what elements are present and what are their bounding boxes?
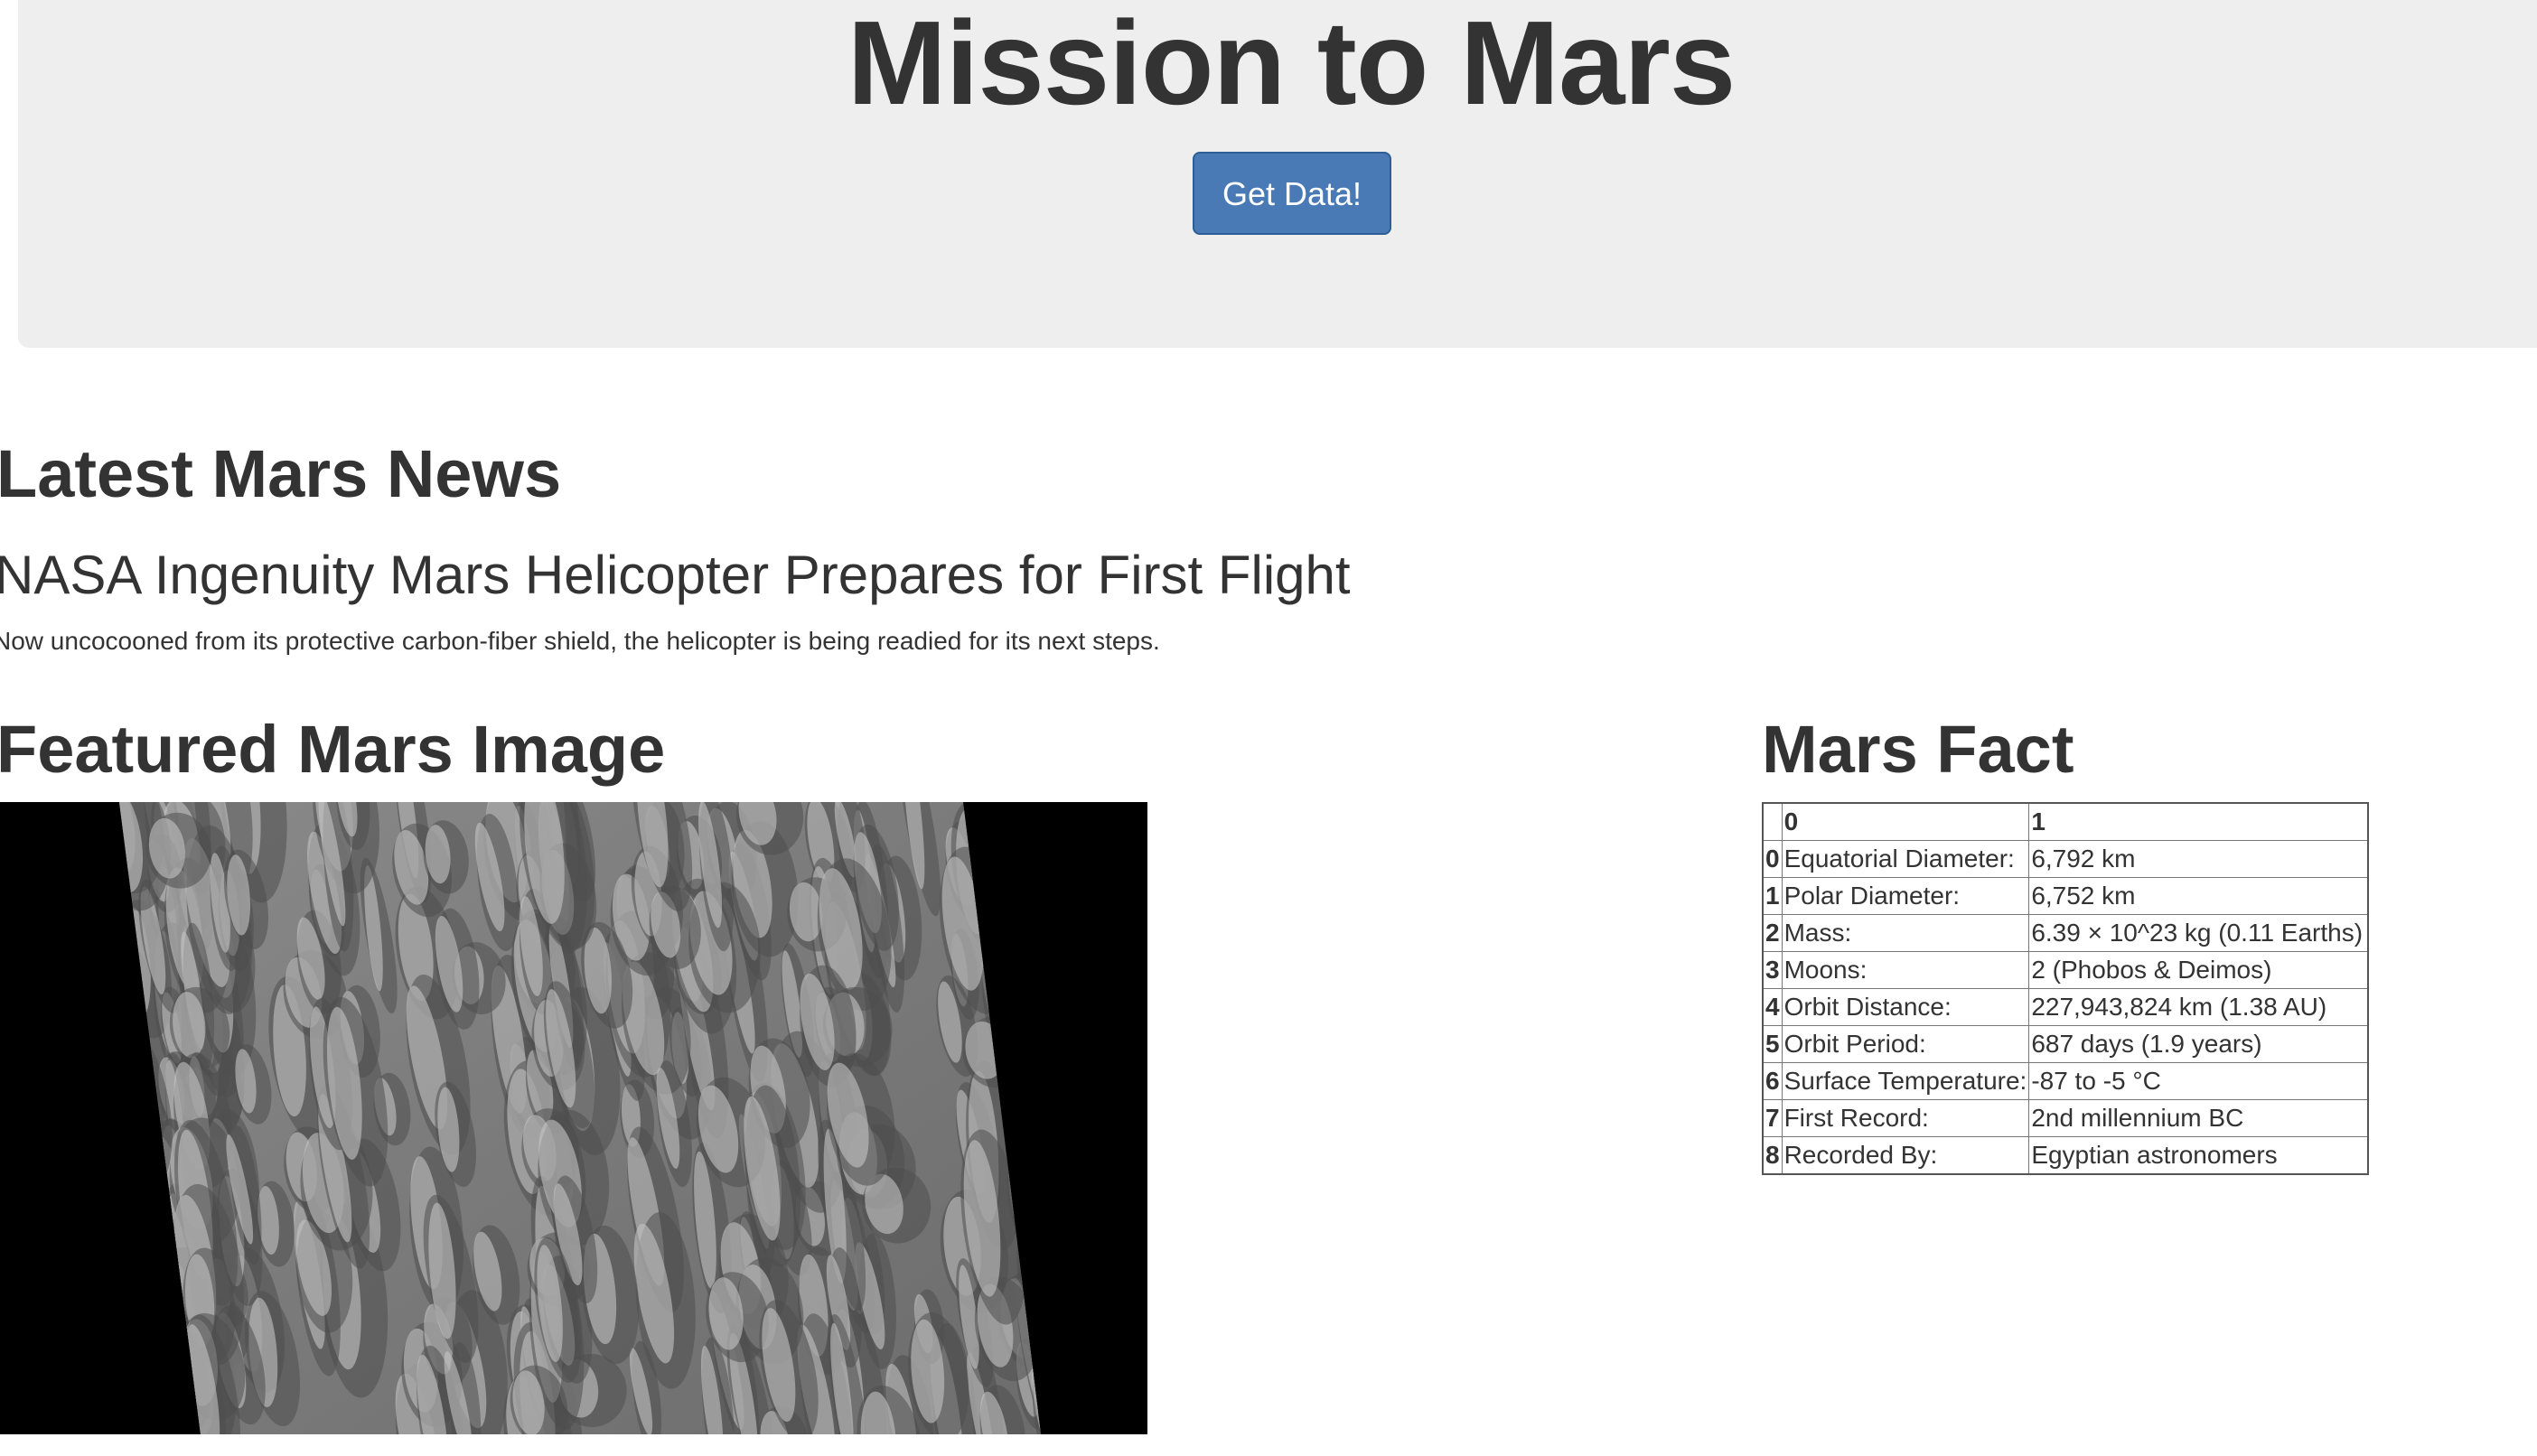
facts-section-title: Mars Fact (1762, 712, 2074, 787)
fact-label: Equatorial Diameter: (1781, 840, 2030, 878)
featured-mars-image (0, 802, 1147, 1434)
fact-label: Mass: (1781, 914, 2030, 952)
news-section-title: Latest Mars News (0, 436, 562, 511)
row-index: 4 (1762, 988, 1783, 1026)
header-cell-index (1762, 802, 1783, 841)
table-row: 1 Polar Diameter: 6,752 km (1762, 877, 2369, 915)
fact-label: Surface Temperature: (1781, 1062, 2030, 1100)
news-teaser: Now uncocooned from its protective carbo… (0, 627, 1160, 655)
fact-label: First Record: (1781, 1099, 2030, 1137)
get-data-button[interactable]: Get Data! (1193, 152, 1391, 235)
fact-value: 227,943,824 km (1.38 AU) (2028, 988, 2369, 1026)
table-row: 6 Surface Temperature: -87 to -5 °C (1762, 1062, 2369, 1100)
fact-value: 6,752 km (2028, 877, 2369, 915)
row-index: 0 (1762, 840, 1783, 878)
row-index: 5 (1762, 1025, 1783, 1063)
header-cell-1: 1 (2028, 802, 2369, 841)
table-row: 8 Recorded By: Egyptian astronomers (1762, 1136, 2369, 1175)
mars-facts-table: 0 1 0 Equatorial Diameter: 6,792 km 1 Polar … (1762, 802, 2370, 1175)
row-index: 6 (1762, 1062, 1783, 1100)
table-row: 3 Moons: 2 (Phobos & Deimos) (1762, 951, 2369, 989)
header-cell-0: 0 (1781, 802, 2030, 841)
fact-value: 2nd millennium BC (2028, 1099, 2369, 1137)
row-index: 1 (1762, 877, 1783, 915)
fact-value: -87 to -5 °C (2028, 1062, 2369, 1100)
fact-label: Recorded By: (1781, 1136, 2030, 1175)
fact-value: 687 days (1.9 years) (2028, 1025, 2369, 1063)
news-headline: NASA Ingenuity Mars Helicopter Prepares … (0, 545, 1351, 605)
row-index: 3 (1762, 951, 1783, 989)
fact-value: 6.39 × 10^23 kg (0.11 Earths) (2028, 914, 2369, 952)
table-row: 4 Orbit Distance: 227,943,824 km (1.38 AU) (1762, 988, 2369, 1026)
table-row: 7 First Record: 2nd millennium BC (1762, 1099, 2369, 1137)
row-index: 8 (1762, 1136, 1783, 1175)
fact-label: Orbit Distance: (1781, 988, 2030, 1026)
page-title: Mission to Mars (847, 0, 1736, 129)
table-row: 2 Mass: 6.39 × 10^23 kg (0.11 Earths) (1762, 914, 2369, 952)
table-row: 0 Equatorial Diameter: 6,792 km (1762, 840, 2369, 878)
fact-label: Orbit Period: (1781, 1025, 2030, 1063)
row-index: 2 (1762, 914, 1783, 952)
fact-value: Egyptian astronomers (2028, 1136, 2369, 1175)
fact-value: 6,792 km (2028, 840, 2369, 878)
page: Mission to Mars Get Data! Latest Mars Ne… (0, 0, 2537, 1456)
fact-label: Moons: (1781, 951, 2030, 989)
table-header-row: 0 1 (1762, 802, 2369, 841)
table-row: 5 Orbit Period: 687 days (1.9 years) (1762, 1025, 2369, 1063)
featured-image-section-title: Featured Mars Image (0, 712, 666, 787)
fact-value: 2 (Phobos & Deimos) (2028, 951, 2369, 989)
row-index: 7 (1762, 1099, 1783, 1137)
fact-label: Polar Diameter: (1781, 877, 2030, 915)
